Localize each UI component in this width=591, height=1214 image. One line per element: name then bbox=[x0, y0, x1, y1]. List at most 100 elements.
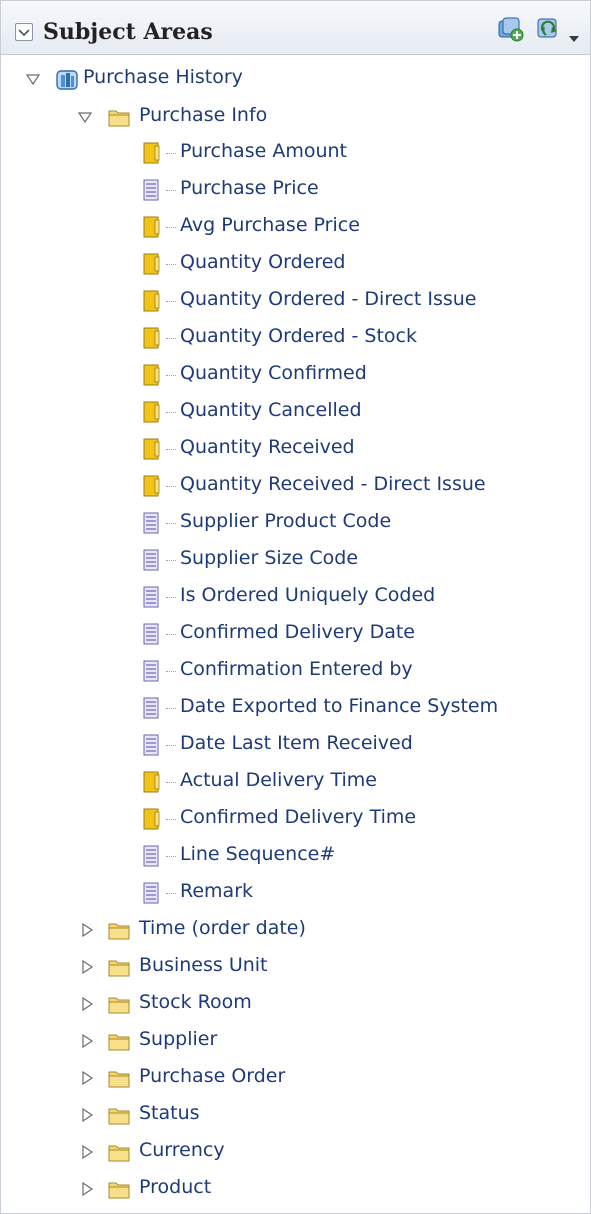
expanded-triangle-icon[interactable] bbox=[77, 109, 93, 125]
add-subject-area-icon[interactable] bbox=[497, 15, 525, 43]
folder-label: Business Unit bbox=[139, 954, 268, 976]
expanded-triangle-icon[interactable] bbox=[25, 71, 41, 87]
attribute-column-icon bbox=[143, 586, 159, 608]
refresh-icon[interactable] bbox=[535, 15, 563, 43]
tree-connector bbox=[166, 227, 176, 228]
column-label: Quantity Ordered bbox=[180, 251, 346, 273]
measure-column-icon bbox=[143, 475, 160, 497]
column-item[interactable]: Avg Purchase Price bbox=[1, 209, 590, 246]
column-item[interactable]: Supplier Size Code bbox=[1, 542, 590, 579]
tree-node-purchase-info[interactable]: Purchase Info bbox=[1, 99, 590, 136]
column-label: Quantity Cancelled bbox=[180, 399, 362, 421]
folder-label: Time (order date) bbox=[139, 917, 306, 939]
column-label: Quantity Received - Direct Issue bbox=[180, 473, 486, 495]
column-item[interactable]: Date Last Item Received bbox=[1, 727, 590, 764]
collapsed-triangle-icon[interactable] bbox=[79, 1033, 95, 1049]
column-label: Quantity Ordered - Stock bbox=[180, 325, 417, 347]
attribute-column-icon bbox=[143, 512, 159, 534]
collapsed-triangle-icon[interactable] bbox=[79, 1107, 95, 1123]
column-item[interactable]: Quantity Ordered bbox=[1, 246, 590, 283]
folder-item[interactable]: Currency bbox=[1, 1134, 590, 1171]
column-item[interactable]: Quantity Received - Direct Issue bbox=[1, 468, 590, 505]
column-item[interactable]: Actual Delivery Time bbox=[1, 764, 590, 801]
collapsed-triangle-icon[interactable] bbox=[79, 996, 95, 1012]
tree-node-purchase-history[interactable]: Purchase History bbox=[1, 61, 590, 98]
tree-node-label: Purchase Info bbox=[139, 104, 268, 126]
column-item[interactable]: Quantity Ordered - Direct Issue bbox=[1, 283, 590, 320]
panel-header: Subject Areas bbox=[1, 1, 590, 55]
tree-connector bbox=[166, 153, 176, 154]
measure-column-icon bbox=[143, 327, 160, 349]
column-label: Supplier Size Code bbox=[180, 547, 359, 569]
tree-connector bbox=[166, 412, 176, 413]
collapsed-triangle-icon[interactable] bbox=[79, 1070, 95, 1086]
column-item[interactable]: Confirmed Delivery Time bbox=[1, 801, 590, 838]
attribute-column-icon bbox=[143, 882, 159, 904]
tree-connector bbox=[166, 708, 176, 709]
column-label: Confirmed Delivery Date bbox=[180, 621, 415, 643]
column-label: Remark bbox=[180, 880, 254, 902]
attribute-column-icon bbox=[143, 697, 159, 719]
tree-connector bbox=[166, 301, 176, 302]
attribute-column-icon bbox=[143, 623, 159, 645]
folder-label: Purchase Order bbox=[139, 1065, 286, 1087]
tree-connector bbox=[166, 782, 176, 783]
folder-label: Supplier bbox=[139, 1028, 218, 1050]
tree-connector bbox=[166, 893, 176, 894]
column-item[interactable]: Quantity Cancelled bbox=[1, 394, 590, 431]
folder-icon bbox=[108, 110, 130, 127]
collapsed-triangle-icon[interactable] bbox=[79, 1181, 95, 1197]
chevron-down-icon bbox=[18, 29, 30, 37]
collapsed-triangle-icon[interactable] bbox=[79, 959, 95, 975]
collapse-panel-toggle[interactable] bbox=[15, 23, 33, 41]
folder-item[interactable]: Time (order date) bbox=[1, 912, 590, 949]
measure-column-icon bbox=[143, 771, 160, 793]
measure-column-icon bbox=[143, 364, 160, 386]
collapsed-triangle-icon[interactable] bbox=[79, 1144, 95, 1160]
attribute-column-icon bbox=[143, 660, 159, 682]
column-label: Purchase Amount bbox=[180, 140, 347, 162]
folder-item[interactable]: Purchase Order bbox=[1, 1060, 590, 1097]
folder-icon bbox=[108, 1071, 130, 1088]
tree-connector bbox=[166, 449, 176, 450]
tree-connector bbox=[166, 745, 176, 746]
measure-column-icon bbox=[143, 290, 160, 312]
folder-item[interactable]: Status bbox=[1, 1097, 590, 1134]
column-label: Avg Purchase Price bbox=[180, 214, 360, 236]
folder-icon bbox=[108, 1108, 130, 1125]
collapsed-triangle-icon[interactable] bbox=[79, 922, 95, 938]
column-item[interactable]: Remark bbox=[1, 875, 590, 912]
dropdown-arrow-icon[interactable] bbox=[569, 27, 579, 46]
column-label: Confirmation Entered by bbox=[180, 658, 413, 680]
column-item[interactable]: Confirmation Entered by bbox=[1, 653, 590, 690]
folder-item[interactable]: Business Unit bbox=[1, 949, 590, 986]
column-label: Confirmed Delivery Time bbox=[180, 806, 417, 828]
tree-connector bbox=[166, 338, 176, 339]
column-item[interactable]: Quantity Ordered - Stock bbox=[1, 320, 590, 357]
tree-node-label: Purchase History bbox=[83, 66, 243, 88]
folder-item[interactable]: Stock Room bbox=[1, 986, 590, 1023]
column-label: Date Exported to Finance System bbox=[180, 695, 499, 717]
column-label: Purchase Price bbox=[180, 177, 319, 199]
tree-connector bbox=[166, 523, 176, 524]
column-item[interactable]: Quantity Confirmed bbox=[1, 357, 590, 394]
column-item[interactable]: Supplier Product Code bbox=[1, 505, 590, 542]
column-label: Actual Delivery Time bbox=[180, 769, 377, 791]
column-label: Supplier Product Code bbox=[180, 510, 392, 532]
column-item[interactable]: Purchase Amount bbox=[1, 135, 590, 172]
folder-icon bbox=[108, 1145, 130, 1162]
folder-icon bbox=[108, 923, 130, 940]
folder-item[interactable]: Product bbox=[1, 1171, 590, 1208]
column-item[interactable]: Date Exported to Finance System bbox=[1, 690, 590, 727]
folder-icon bbox=[108, 1034, 130, 1051]
column-item[interactable]: Line Sequence# bbox=[1, 838, 590, 875]
column-item[interactable]: Quantity Received bbox=[1, 431, 590, 468]
tree-connector bbox=[166, 560, 176, 561]
column-item[interactable]: Purchase Price bbox=[1, 172, 590, 209]
tree-connector bbox=[166, 634, 176, 635]
column-item[interactable]: Confirmed Delivery Date bbox=[1, 616, 590, 653]
folder-item[interactable]: Supplier bbox=[1, 1023, 590, 1060]
attribute-column-icon bbox=[143, 734, 159, 756]
column-item[interactable]: Is Ordered Uniquely Coded bbox=[1, 579, 590, 616]
folder-icon bbox=[108, 960, 130, 977]
